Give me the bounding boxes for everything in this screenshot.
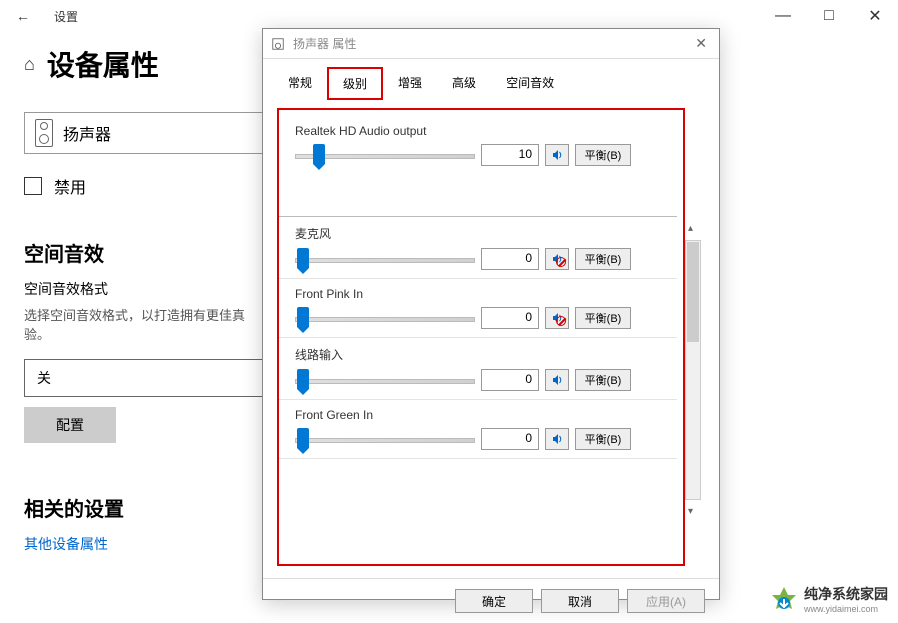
volume-slider[interactable] bbox=[295, 371, 475, 389]
tab-advanced[interactable]: 高级 bbox=[437, 67, 491, 100]
speaker-icon bbox=[35, 119, 53, 147]
close-button[interactable]: ✕ bbox=[852, 0, 898, 32]
volume-slider[interactable] bbox=[295, 309, 475, 327]
scroll-thumb[interactable] bbox=[687, 242, 699, 342]
config-button[interactable]: 配置 bbox=[24, 407, 116, 443]
ok-button[interactable]: 确定 bbox=[455, 589, 533, 613]
dialog-scrollbar[interactable] bbox=[685, 240, 701, 500]
watermark-text: 纯净系统家园 bbox=[804, 584, 888, 604]
dialog-tabs: 常规 级别 增强 高级 空间音效 bbox=[263, 59, 719, 100]
dialog-body: Realtek HD Audio output 10 平衡(B) 麦克风 0 平… bbox=[263, 100, 719, 578]
spatial-format-dropdown[interactable]: 关 bbox=[24, 359, 264, 397]
watermark: 纯净系统家园 www.yidaimei.com bbox=[770, 584, 888, 614]
dialog-titlebar: 扬声器 属性 ✕ bbox=[263, 29, 719, 59]
other-device-properties-link[interactable]: 其他设备属性 bbox=[24, 536, 108, 552]
tab-levels[interactable]: 级别 bbox=[327, 67, 383, 100]
dialog-close-button[interactable]: ✕ bbox=[691, 35, 711, 52]
minimize-button[interactable]: — bbox=[760, 0, 806, 32]
page-title: 设备属性 bbox=[47, 44, 159, 84]
maximize-button[interactable]: □ bbox=[806, 0, 852, 32]
back-arrow-icon[interactable]: ← bbox=[8, 8, 38, 24]
app-title: 设置 bbox=[54, 8, 78, 25]
dialog-title: 扬声器 属性 bbox=[293, 35, 356, 52]
tab-general[interactable]: 常规 bbox=[273, 67, 327, 100]
disable-checkbox[interactable] bbox=[24, 177, 42, 195]
mute-button[interactable] bbox=[545, 248, 569, 270]
tab-spatial[interactable]: 空间音效 bbox=[491, 67, 569, 100]
disable-label: 禁用 bbox=[54, 174, 86, 198]
dialog-footer: 确定 取消 应用(A) bbox=[263, 578, 719, 623]
apply-button[interactable]: 应用(A) bbox=[627, 589, 705, 613]
device-name-text: 扬声器 bbox=[63, 121, 111, 145]
home-icon[interactable]: ⌂ bbox=[24, 54, 35, 75]
mute-button[interactable] bbox=[545, 144, 569, 166]
watermark-logo-icon bbox=[770, 585, 798, 613]
mute-button[interactable] bbox=[545, 428, 569, 450]
mute-button[interactable] bbox=[545, 307, 569, 329]
mute-button[interactable] bbox=[545, 369, 569, 391]
watermark-url: www.yidaimei.com bbox=[804, 604, 888, 614]
highlight-frame bbox=[277, 108, 685, 566]
spatial-desc: 选择空间音效格式，以打造拥有更佳真验。 bbox=[24, 305, 264, 343]
dialog-speaker-icon bbox=[271, 37, 285, 51]
cancel-button[interactable]: 取消 bbox=[541, 589, 619, 613]
volume-slider[interactable] bbox=[295, 146, 475, 164]
speaker-properties-dialog: 扬声器 属性 ✕ 常规 级别 增强 高级 空间音效 Realtek HD Aud… bbox=[262, 28, 720, 600]
tab-enhancements[interactable]: 增强 bbox=[383, 67, 437, 100]
volume-slider[interactable] bbox=[295, 250, 475, 268]
device-name-field[interactable]: 扬声器 bbox=[24, 112, 264, 154]
volume-slider[interactable] bbox=[295, 430, 475, 448]
